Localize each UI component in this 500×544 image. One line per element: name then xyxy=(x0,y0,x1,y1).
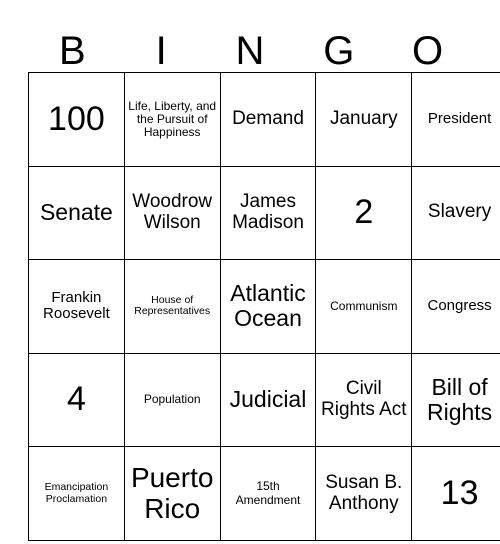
bingo-row: Frankin Roosevelt House of Representative… xyxy=(28,259,500,354)
bingo-row: Emancipation Proclamation Puerto Rico 15th… xyxy=(28,446,500,541)
bingo-cell-label: Life, Liberty, and the Pursuit of Happin… xyxy=(128,98,217,139)
bingo-cell-label: 13 xyxy=(440,473,479,512)
bingo-cell-label: 100 xyxy=(48,99,105,138)
bingo-grid-body: 100 Life, Liberty, and the Pursuit of Hap… xyxy=(28,72,500,541)
bingo-cell[interactable]: Communism xyxy=(315,259,413,354)
bingo-header-letter-n: N xyxy=(235,29,265,73)
bingo-cell-label: Slavery xyxy=(427,201,492,223)
bingo-cell[interactable]: Civil Rights Act xyxy=(315,352,413,448)
bingo-cell[interactable]: Senate xyxy=(28,165,125,261)
bingo-cell-label: Civil Rights Act xyxy=(321,378,407,421)
bingo-cell-label: 15th Amendment xyxy=(235,479,301,507)
bingo-cell-label: 4 xyxy=(66,380,86,419)
bingo-cell[interactable]: Congress xyxy=(411,259,500,354)
bingo-header-letter-g: G xyxy=(323,29,355,73)
bingo-cell[interactable]: House of Representatives xyxy=(123,259,221,354)
bingo-cell[interactable]: Demand xyxy=(219,72,317,167)
bingo-cell-label: Emancipation Proclamation xyxy=(44,481,109,505)
bingo-cell[interactable]: 13 xyxy=(411,446,500,541)
bingo-header-letter-o: O xyxy=(412,29,444,73)
bingo-cell[interactable]: Bill of Rights xyxy=(411,352,500,448)
bingo-cell[interactable]: Slavery xyxy=(411,165,500,261)
bingo-header-row: BINGO xyxy=(28,10,472,72)
bingo-row: 4 Population Judicial Civil Rights Act Bill … xyxy=(28,352,500,448)
bingo-header-letter-i: I xyxy=(155,29,167,73)
bingo-cell[interactable]: Woodrow Wilson xyxy=(123,165,221,261)
bingo-row: 100 Life, Liberty, and the Pursuit of Hap… xyxy=(28,72,500,167)
bingo-cell[interactable]: 4 xyxy=(28,352,125,448)
bingo-cell-label: James Madison xyxy=(232,191,304,233)
bingo-cell[interactable]: 100 xyxy=(28,72,125,167)
bingo-cell-label: Population xyxy=(143,392,201,407)
bingo-cell-label: Atlantic Ocean xyxy=(230,280,306,332)
bingo-row: Senate Woodrow Wilson James Madison 2 Slaver… xyxy=(28,165,500,261)
bingo-cell[interactable]: President xyxy=(411,72,500,167)
bingo-cell[interactable]: Life, Liberty, and the Pursuit of Happin… xyxy=(123,72,221,167)
bingo-grid: 100 Life, Liberty, and the Pursuit of Hap… xyxy=(28,72,500,541)
bingo-cell[interactable]: Population xyxy=(123,352,221,448)
bingo-cell-label: President xyxy=(427,110,492,128)
bingo-cell[interactable]: James Madison xyxy=(219,165,317,261)
bingo-cell-label: Communism xyxy=(330,298,398,313)
bingo-cell[interactable]: Frankin Roosevelt xyxy=(28,259,125,354)
bingo-cell[interactable]: Atlantic Ocean xyxy=(219,259,317,354)
bingo-cell[interactable]: Judicial xyxy=(219,352,317,448)
bingo-cell[interactable]: January xyxy=(315,72,413,167)
bingo-cell[interactable]: 15th Amendment xyxy=(219,446,317,541)
bingo-card: B I N G O 100 Life, Liberty, and the Pursuit … xyxy=(28,10,500,541)
bingo-cell-label: Judicial xyxy=(229,386,307,413)
bingo-cell-label: Puerto Rico xyxy=(130,461,214,524)
bingo-cell-label: Woodrow Wilson xyxy=(132,191,213,233)
bingo-cell[interactable]: Puerto Rico xyxy=(123,446,221,541)
bingo-cell-label: 2 xyxy=(354,193,374,232)
bingo-cell-label: Susan B. Anthony xyxy=(325,471,403,514)
bingo-cell[interactable]: Emancipation Proclamation xyxy=(28,446,125,541)
bingo-cell-label: Congress xyxy=(427,297,492,315)
bingo-cell[interactable]: 2 xyxy=(315,165,413,261)
bingo-cell-label: Demand xyxy=(232,107,304,129)
bingo-cell[interactable]: Susan B. Anthony xyxy=(315,446,413,541)
bingo-cell-label: Frankin Roosevelt xyxy=(43,288,110,323)
bingo-cell-label: Bill of Rights xyxy=(426,373,493,426)
bingo-cell-label: Senate xyxy=(39,199,113,226)
bingo-cell-label: House of Representatives xyxy=(134,293,211,318)
bingo-header-letter-b: B xyxy=(59,29,86,73)
bingo-cell-label: January xyxy=(329,107,398,129)
